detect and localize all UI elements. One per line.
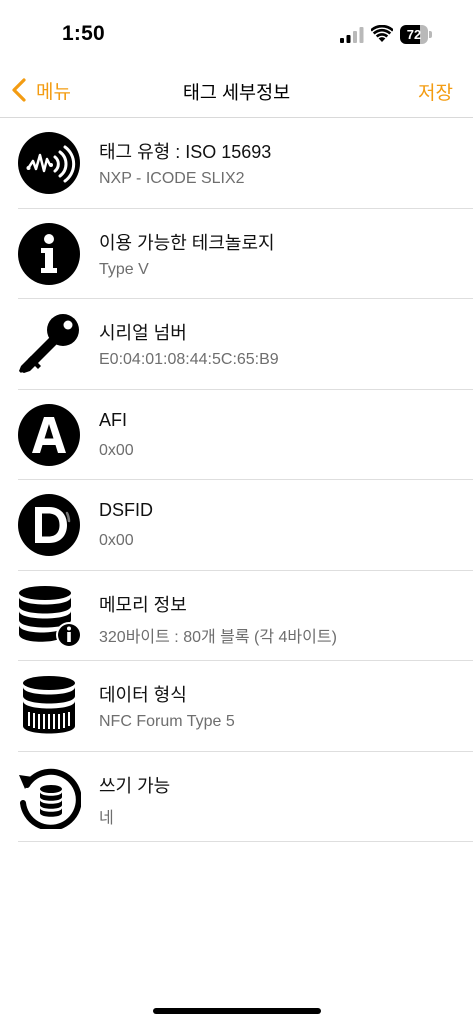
item-value: NXP - ICODE SLIX2 [99,170,245,187]
info-icon [18,222,80,285]
wifi-icon [371,25,393,42]
letter-a-icon [18,403,80,466]
list-item-data-format[interactable]: 데이터 형식 NFC Forum Type 5 [0,661,473,752]
home-indicator[interactable] [153,1008,321,1014]
database-format-icon [23,676,75,734]
item-title: 시리얼 넘버 [99,323,187,343]
list-item-afi[interactable]: AFI 0x00 [0,390,473,480]
navigation-bar: 메뉴 태그 세부정보 저장 [0,62,473,118]
item-title: 태그 유형 : ISO 15693 [99,142,272,162]
tag-detail-list: 태그 유형 : ISO 15693 NXP - ICODE SLIX2 이용 가… [0,118,473,842]
nfc-waveform-icon [18,132,80,194]
item-title: 이용 가능한 테크놀로지 [99,232,275,253]
battery-icon: 72 [400,25,434,44]
cellular-signal-icon [340,27,364,43]
database-info-icon [19,585,81,648]
item-value: 0x00 [99,441,134,459]
item-title: AFI [99,409,128,430]
item-value: 320바이트 : 80개 블록 (각 4바이트) [99,628,337,646]
item-value: 0x00 [99,532,134,549]
status-time: 1:50 [62,22,105,45]
item-value: NFC Forum Type 5 [99,713,235,730]
battery-level: 72 [406,27,422,42]
list-item-serial-number[interactable]: 시리얼 넘버 E0:04:01:08:44:5C:65:B9 [0,299,473,390]
item-title: 쓰기 가능 [99,775,171,796]
database-rewrite-icon [19,768,81,829]
list-item-writable[interactable]: 쓰기 가능 네 [0,752,473,842]
status-bar: 1:50 72 [0,0,473,62]
item-value: 네 [99,809,114,827]
item-title: DSFID [99,500,153,520]
letter-d-icon [18,494,80,556]
list-item-memory-info[interactable]: 메모리 정보 320바이트 : 80개 블록 (각 4바이트) [0,571,473,661]
list-item-technologies[interactable]: 이용 가능한 테크놀로지 Type V [0,209,473,299]
item-value: E0:04:01:08:44:5C:65:B9 [99,351,279,368]
item-title: 데이터 형식 [99,685,187,705]
list-item-dsfid[interactable]: DSFID 0x00 [0,480,473,571]
back-label: 메뉴 [36,81,71,103]
item-title: 메모리 정보 [99,594,187,615]
chevron-left-icon [12,78,26,102]
item-value: Type V [99,260,149,278]
back-button[interactable]: 메뉴 [10,76,71,104]
list-item-tag-type[interactable]: 태그 유형 : ISO 15693 NXP - ICODE SLIX2 [0,118,473,209]
save-button[interactable]: 저장 [418,78,453,105]
key-icon [19,314,79,373]
